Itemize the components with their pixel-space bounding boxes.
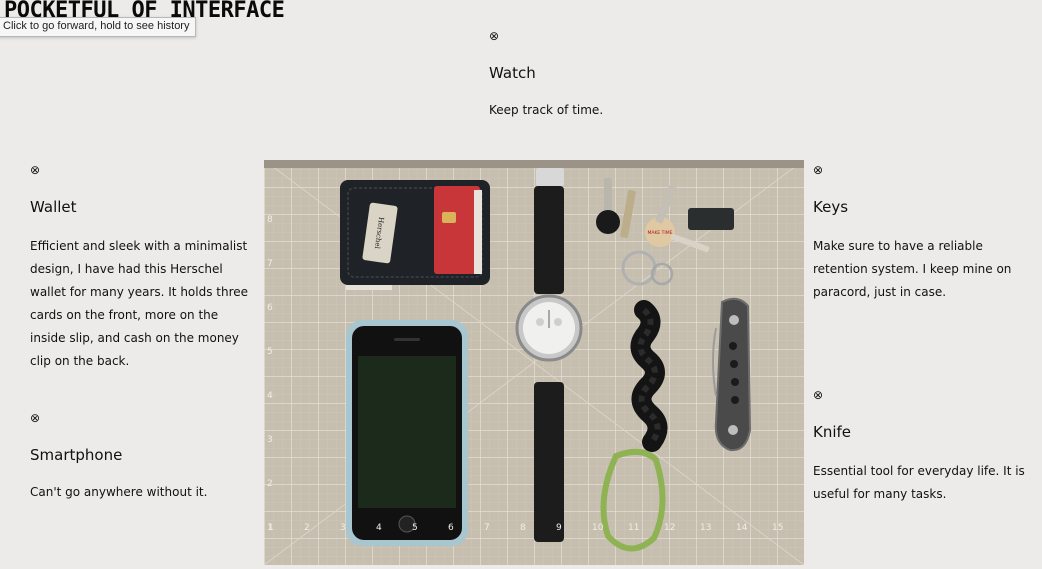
mat-ruler-number: 7	[484, 523, 490, 533]
item-wallet: ⊗ Wallet Efficient and sleek with a mini…	[30, 163, 255, 373]
mat-ruler-number: 10	[592, 523, 604, 533]
mat-ruler-number: 6	[448, 523, 454, 533]
close-icon[interactable]: ⊗	[489, 29, 503, 43]
mat-ruler-number: 12	[664, 523, 675, 533]
mat-ruler-number: 14	[736, 523, 748, 533]
mat-ruler-number: 5	[412, 523, 418, 533]
close-icon[interactable]: ⊗	[813, 163, 827, 177]
wallet-image: Herschel	[340, 180, 490, 290]
mat-ruler-number: 3	[340, 523, 346, 533]
item-title-keys: Keys	[813, 198, 849, 216]
mat-side-number: 1	[267, 523, 273, 533]
item-description-knife: Essential tool for everyday life. It is …	[813, 464, 1025, 501]
item-knife: ⊗ Knife Essential tool for everyday life…	[813, 388, 1038, 506]
item-description-smartphone: Can't go anywhere without it.	[30, 485, 208, 499]
mat-side-number: 4	[267, 391, 273, 401]
close-icon[interactable]: ⊗	[30, 163, 44, 177]
item-smartphone: ⊗ Smartphone Can't go anywhere without i…	[30, 411, 255, 504]
mat-side-number: 2	[267, 479, 273, 489]
mat-side-number: 8	[267, 215, 273, 225]
edc-photo-illustration: Herschel MAKE TIME 1 2 3 4 5 6 7 8 9 10 …	[264, 160, 804, 565]
item-title-knife: Knife	[813, 423, 852, 441]
item-keys: ⊗ Keys Make sure to have a reliable rete…	[813, 163, 1038, 304]
close-icon[interactable]: ⊗	[30, 411, 44, 425]
item-description-watch: Keep track of time.	[489, 103, 604, 117]
mat-ruler-number: 11	[628, 523, 639, 533]
mat-ruler-number: 8	[520, 523, 526, 533]
item-title-watch: Watch	[489, 64, 536, 82]
edc-photo: Herschel MAKE TIME 1 2 3 4 5 6 7 8 9 10 …	[264, 160, 804, 565]
mat-ruler-number: 4	[376, 523, 382, 533]
mat-side-number: 6	[267, 303, 273, 313]
item-title-smartphone: Smartphone	[30, 446, 123, 464]
item-title-wallet: Wallet	[30, 198, 77, 216]
mat-ruler-number: 2	[304, 523, 310, 533]
page: POCKETFUL OF INTERFACE Click to go forwa…	[0, 0, 1042, 569]
mat-side-number: 7	[267, 259, 273, 269]
back-forward-tooltip: Click to go forward, hold to see history	[0, 17, 197, 37]
mat-side-number: 5	[267, 347, 273, 357]
item-description-wallet: Efficient and sleek with a minimalist de…	[30, 239, 249, 368]
keychain-tag-label: MAKE TIME	[648, 230, 673, 236]
mat-ruler-numbers: 1 2 3 4 5 6 7 8 9 10 11 12 13 14 15	[268, 523, 783, 533]
mat-side-number: 3	[267, 435, 273, 445]
close-icon[interactable]: ⊗	[813, 388, 827, 402]
item-watch: ⊗ Watch Keep track of time.	[489, 29, 789, 122]
mat-ruler-number: 15	[772, 523, 783, 533]
mat-ruler-number: 9	[556, 523, 562, 533]
item-description-keys: Make sure to have a reliable retention s…	[813, 239, 1012, 299]
mat-ruler-number: 13	[700, 523, 711, 533]
smartphone-image	[346, 320, 468, 546]
